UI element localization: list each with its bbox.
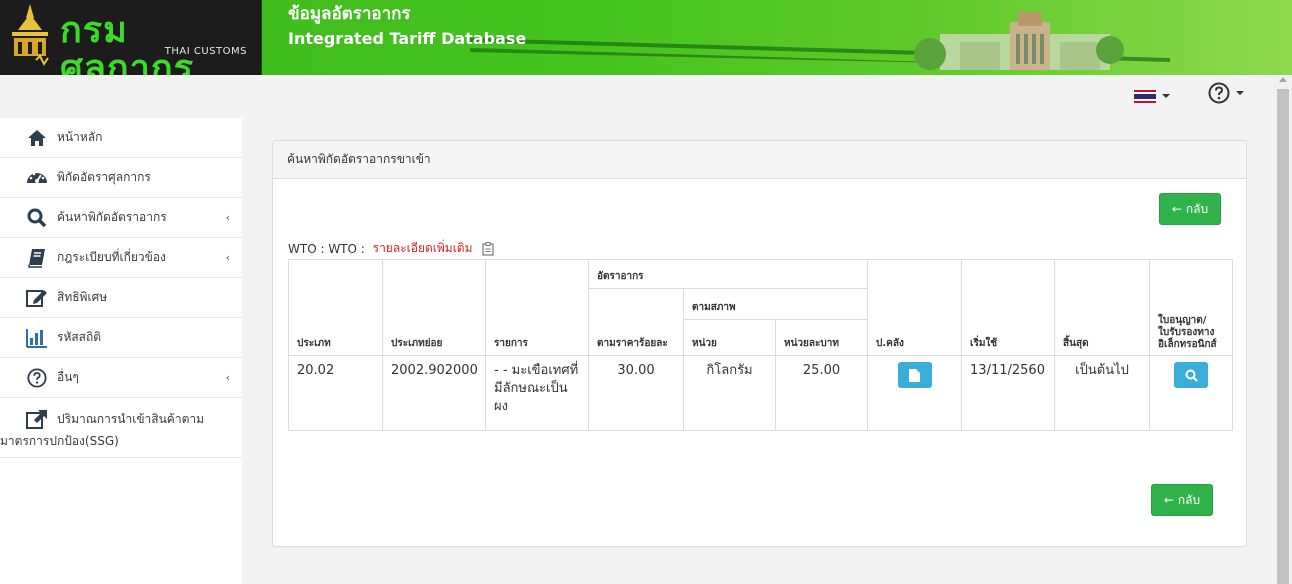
cell-end: เป็นต้นไป bbox=[1054, 355, 1151, 431]
page-scrollbar[interactable] bbox=[1274, 75, 1292, 584]
notice-document-button[interactable] bbox=[897, 362, 932, 388]
caret-down-icon bbox=[1236, 91, 1244, 95]
sidebar-item-label: ค้นหาพิกัดอัตราอากร bbox=[57, 210, 167, 224]
language-dropdown[interactable] bbox=[1134, 88, 1174, 104]
customs-emblem-icon bbox=[12, 4, 49, 66]
sidebar-item-statistics-code[interactable]: รหัสสถิติ bbox=[0, 318, 242, 358]
chevron-left-icon: ‹ bbox=[225, 211, 230, 224]
caret-down-icon bbox=[1162, 94, 1170, 98]
wto-info: WTO : WTO : รายละเอียดเพิ่มเติม bbox=[288, 239, 495, 258]
thai-flag-icon bbox=[1134, 89, 1156, 103]
back-button-label: กลับ bbox=[1185, 201, 1209, 216]
sidebar-item-privileges[interactable]: สิทธิพิเศษ bbox=[0, 278, 242, 318]
sidebar-item-label: กฎระเบียบที่เกี่ยวข้อง bbox=[57, 250, 166, 264]
cell-subtype: 2002.902000 bbox=[382, 355, 486, 431]
license-search-button[interactable] bbox=[1174, 362, 1209, 388]
sidebar-item-tariff[interactable]: พิกัดอัตราศุลกากร bbox=[0, 158, 242, 198]
chevron-left-icon: ‹ bbox=[225, 371, 230, 384]
app-header: กรมศุลกากร THAI CUSTOMS ข้อมูลอัตราอากร … bbox=[0, 0, 1292, 75]
col-group-rate: อัตราอากร bbox=[587, 259, 869, 289]
wto-details-link[interactable]: รายละเอียดเพิ่มเติม bbox=[373, 239, 473, 258]
cell-start: 13/11/2560 bbox=[961, 355, 1056, 431]
col-header-type: ประเภท bbox=[288, 259, 383, 356]
home-icon bbox=[26, 127, 48, 149]
sidebar-item-home[interactable]: หน้าหลัก bbox=[0, 118, 242, 158]
col-group-specific: ตามสภาพ bbox=[682, 288, 869, 320]
logo-subtext: THAI CUSTOMS bbox=[164, 46, 247, 57]
cell-item: - - มะเขือเทศที่มีลักษณะเป็นผง bbox=[485, 355, 589, 431]
col-header-item: รายการ bbox=[485, 259, 589, 356]
book-icon bbox=[26, 247, 48, 269]
sidebar-item-regulations[interactable]: กฎระเบียบที่เกี่ยวข้อง ‹ bbox=[0, 238, 242, 278]
back-button-bottom[interactable]: ← กลับ bbox=[1151, 484, 1213, 516]
col-header-end: สิ้นสุด bbox=[1054, 259, 1151, 356]
clipboard-icon[interactable] bbox=[481, 241, 495, 256]
sidebar-item-label-line2: มาตรการปกป้อง(SSG) bbox=[0, 434, 119, 448]
edit-icon bbox=[26, 287, 48, 309]
cell-license bbox=[1149, 355, 1234, 431]
back-button-label: กลับ bbox=[1177, 492, 1201, 507]
question-circle-icon bbox=[26, 367, 48, 389]
tariff-table: ประเภท ประเภทย่อย รายการ อัตราอากร ป.คลั… bbox=[288, 259, 1234, 431]
panel-title: ค้นหาพิกัดอัตราอากรขาเข้า bbox=[273, 141, 1246, 179]
col-header-start: เริ่มใช้ bbox=[961, 259, 1056, 356]
cell-unit: กิโลกรัม bbox=[683, 355, 776, 431]
table-row: 20.02 2002.902000 - - มะเขือเทศที่มีลักษ… bbox=[288, 355, 1234, 431]
header-title: ข้อมูลอัตราอากร bbox=[288, 4, 411, 24]
arrow-left-icon: ← bbox=[1163, 493, 1174, 507]
cell-per-unit: 25.00 bbox=[774, 355, 869, 431]
col-header-adval: ตามราคาร้อยละ bbox=[588, 288, 684, 356]
sidebar-item-label: รหัสสถิติ bbox=[57, 330, 102, 344]
sidebar-item-label: หน้าหลัก bbox=[57, 130, 103, 144]
chevron-left-icon: ‹ bbox=[225, 251, 230, 264]
col-header-unit: หน่วย bbox=[683, 319, 776, 356]
scroll-thumb[interactable] bbox=[1277, 89, 1289, 584]
cell-notice bbox=[867, 355, 963, 431]
col-header-notice: ป.คลัง bbox=[867, 259, 963, 356]
sidebar-item-search-tariff[interactable]: ค้นหาพิกัดอัตราอากร ‹ bbox=[0, 198, 242, 238]
search-icon bbox=[1185, 369, 1198, 382]
help-dropdown[interactable] bbox=[1208, 82, 1244, 104]
back-button-top[interactable]: ← กลับ bbox=[1159, 193, 1221, 225]
sidebar-item-label: พิกัดอัตราศุลกากร bbox=[57, 170, 151, 184]
file-icon bbox=[909, 368, 921, 382]
scroll-up-arrow-icon[interactable] bbox=[1279, 77, 1287, 82]
building-image bbox=[914, 12, 1124, 70]
sidebar-item-label: สิทธิพิเศษ bbox=[57, 290, 108, 304]
col-header-license: ใบอนุญาต/ ใบรับรองทาง อิเล็กทรอนิกส์ bbox=[1149, 259, 1234, 356]
cell-adval: 30.00 bbox=[588, 355, 684, 431]
dashboard-icon bbox=[26, 167, 48, 189]
sidebar-item-label: อื่นๆ bbox=[57, 370, 79, 384]
question-circle-icon bbox=[1208, 82, 1230, 104]
sidebar: หน้าหลัก พิกัดอัตราศุลกากร ค้นหาพิกัดอัต… bbox=[0, 118, 242, 584]
sidebar-item-ssg[interactable]: ปริมาณการนำเข้าสินค้าตาม มาตรการปกป้อง(S… bbox=[0, 398, 242, 458]
external-link-icon bbox=[26, 408, 48, 430]
sidebar-item-label: ปริมาณการนำเข้าสินค้าตาม bbox=[57, 411, 205, 426]
wto-prefix: WTO : WTO : bbox=[288, 241, 369, 256]
header-subtitle: Integrated Tariff Database bbox=[288, 29, 527, 48]
col-header-per-unit: หน่วยละบาท bbox=[774, 319, 869, 356]
bar-chart-icon bbox=[26, 327, 48, 349]
logo-text: กรมศุลกากร bbox=[60, 10, 195, 76]
arrow-left-icon: ← bbox=[1171, 202, 1182, 216]
cell-type: 20.02 bbox=[288, 355, 383, 431]
logo[interactable]: กรมศุลกากร THAI CUSTOMS bbox=[0, 0, 262, 75]
search-icon bbox=[26, 207, 48, 229]
sidebar-item-others[interactable]: อื่นๆ ‹ bbox=[0, 358, 242, 398]
col-header-subtype: ประเภทย่อย bbox=[382, 259, 486, 356]
search-result-panel: ค้นหาพิกัดอัตราอากรขาเข้า ← กลับ WTO : W… bbox=[272, 140, 1247, 547]
